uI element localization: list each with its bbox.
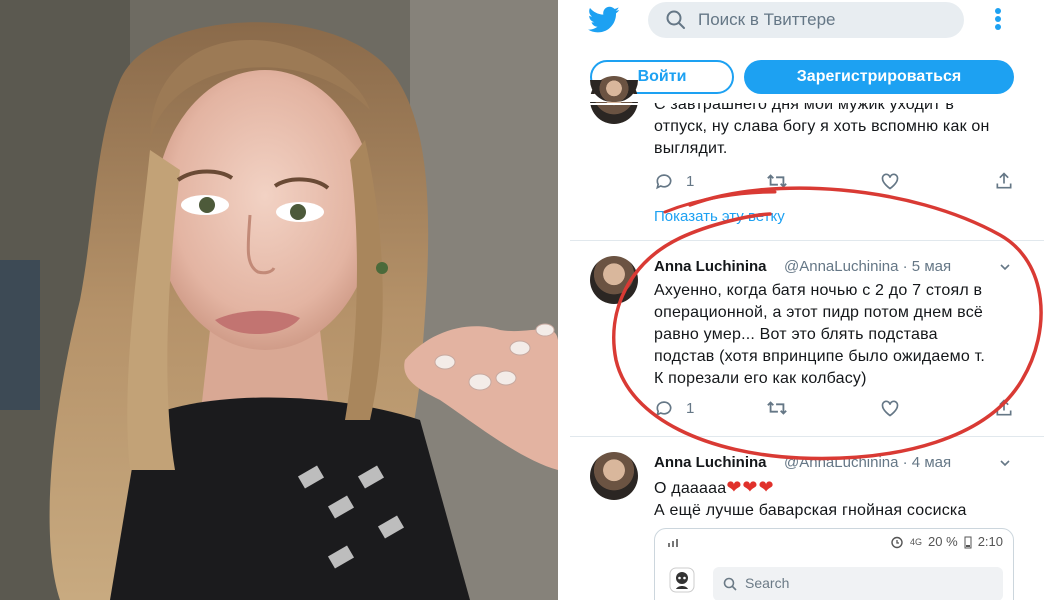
heart-emoji: ❤❤❤ bbox=[726, 477, 775, 497]
tweet-line: равно умер... Вот это блять подстава bbox=[654, 326, 938, 343]
retweet-icon bbox=[767, 401, 787, 415]
tweet-actions: 1 bbox=[654, 170, 1024, 192]
reply-icon bbox=[656, 174, 672, 190]
tweet-line: К порезали его как колбасу) bbox=[654, 370, 867, 387]
tweet-line-text: О дааааа bbox=[654, 480, 727, 497]
reply-count: 1 bbox=[686, 399, 695, 417]
tweet-text: Ахуенно, когда батя ночью с 2 до 7 стоял… bbox=[654, 280, 985, 390]
twitter-mobile-view: Войти Зарегистрироваться С завтрашнего д… bbox=[570, 0, 1044, 600]
status-bar: 4G 20 % 2:10 bbox=[655, 529, 1013, 555]
like-icon bbox=[881, 400, 899, 417]
embedded-search-bar[interactable]: Search bbox=[713, 567, 1003, 600]
handle-date[interactable]: @AnnaLuchinina · 5 мая bbox=[784, 258, 951, 275]
author-name[interactable]: Anna Luchinina bbox=[654, 258, 767, 275]
retweet-button[interactable] bbox=[766, 397, 788, 419]
tweet-line: подстав (хотя впринципе было ожидаемо т. bbox=[654, 348, 985, 365]
like-icon bbox=[881, 173, 899, 190]
reply-icon bbox=[656, 401, 672, 417]
share-button[interactable] bbox=[994, 397, 1014, 419]
share-button[interactable] bbox=[994, 170, 1014, 192]
embedded-search-placeholder: Search bbox=[745, 575, 790, 591]
status-right: 4G 20 % 2:10 bbox=[890, 534, 1003, 549]
tweet-text: О дааааа❤❤❤ А ещё лучше баварская гнойна… bbox=[654, 476, 967, 522]
signup-button[interactable]: Зарегистрироваться bbox=[744, 60, 1014, 94]
avatar[interactable] bbox=[590, 256, 638, 304]
author-name[interactable]: Anna Luchinina bbox=[654, 454, 767, 471]
signal-bars-icon bbox=[668, 539, 678, 547]
top-bar bbox=[570, 0, 1044, 48]
like-button[interactable] bbox=[880, 170, 900, 192]
retweet-icon bbox=[767, 174, 787, 188]
chevron-down-icon[interactable] bbox=[1000, 262, 1010, 272]
show-thread-link[interactable]: Показать эту ветку bbox=[654, 208, 785, 225]
share-icon bbox=[996, 399, 1012, 416]
tweet-line: Ахуенно, когда батя ночью с 2 до 7 стоял… bbox=[654, 282, 983, 299]
reply-button[interactable]: 1 bbox=[654, 170, 694, 192]
battery-icon bbox=[964, 536, 972, 548]
share-icon bbox=[996, 172, 1012, 189]
handle-date[interactable]: @AnnaLuchinina · 4 мая bbox=[784, 454, 951, 471]
portrait-illustration bbox=[0, 0, 558, 600]
search-bar[interactable] bbox=[648, 2, 964, 38]
tweet-line: отпуск, ну слава богу я хоть вспомню как… bbox=[654, 118, 990, 135]
search-input[interactable] bbox=[698, 8, 948, 32]
alarm-icon bbox=[891, 536, 903, 548]
divider bbox=[570, 240, 1044, 241]
chevron-down-icon[interactable] bbox=[1000, 458, 1010, 468]
tweet-line: А ещё лучше баварская гнойная сосиска bbox=[654, 502, 967, 519]
network-label: 4G bbox=[910, 536, 923, 547]
twitter-bird-icon[interactable] bbox=[588, 6, 620, 34]
tweet-line: выглядит. bbox=[654, 140, 728, 157]
status-time: 2:10 bbox=[977, 534, 1003, 549]
tweet-text: С завтрашнего дня мой мужик уходит в отп… bbox=[654, 94, 990, 160]
more-vertical-icon[interactable] bbox=[992, 8, 1004, 32]
reply-button[interactable]: 1 bbox=[654, 397, 694, 419]
avatar[interactable] bbox=[590, 452, 638, 500]
search-icon bbox=[723, 577, 737, 591]
divider bbox=[570, 436, 1044, 437]
retweet-button[interactable] bbox=[766, 170, 788, 192]
scroll-mask bbox=[570, 94, 1044, 102]
like-button[interactable] bbox=[880, 397, 900, 419]
reply-count: 1 bbox=[686, 172, 695, 190]
battery-percent: 20 % bbox=[928, 534, 958, 549]
tweet-line: операционной, а этот пидр потом днем всё bbox=[654, 304, 983, 321]
profile-photo bbox=[0, 0, 558, 600]
app-logo-icon bbox=[669, 567, 695, 593]
search-icon bbox=[666, 10, 685, 29]
tweet-actions: 1 bbox=[654, 397, 1024, 419]
embedded-screenshot[interactable]: 4G 20 % 2:10 Search bbox=[654, 528, 1014, 600]
tweet-line: О дааааа❤❤❤ bbox=[654, 476, 967, 500]
